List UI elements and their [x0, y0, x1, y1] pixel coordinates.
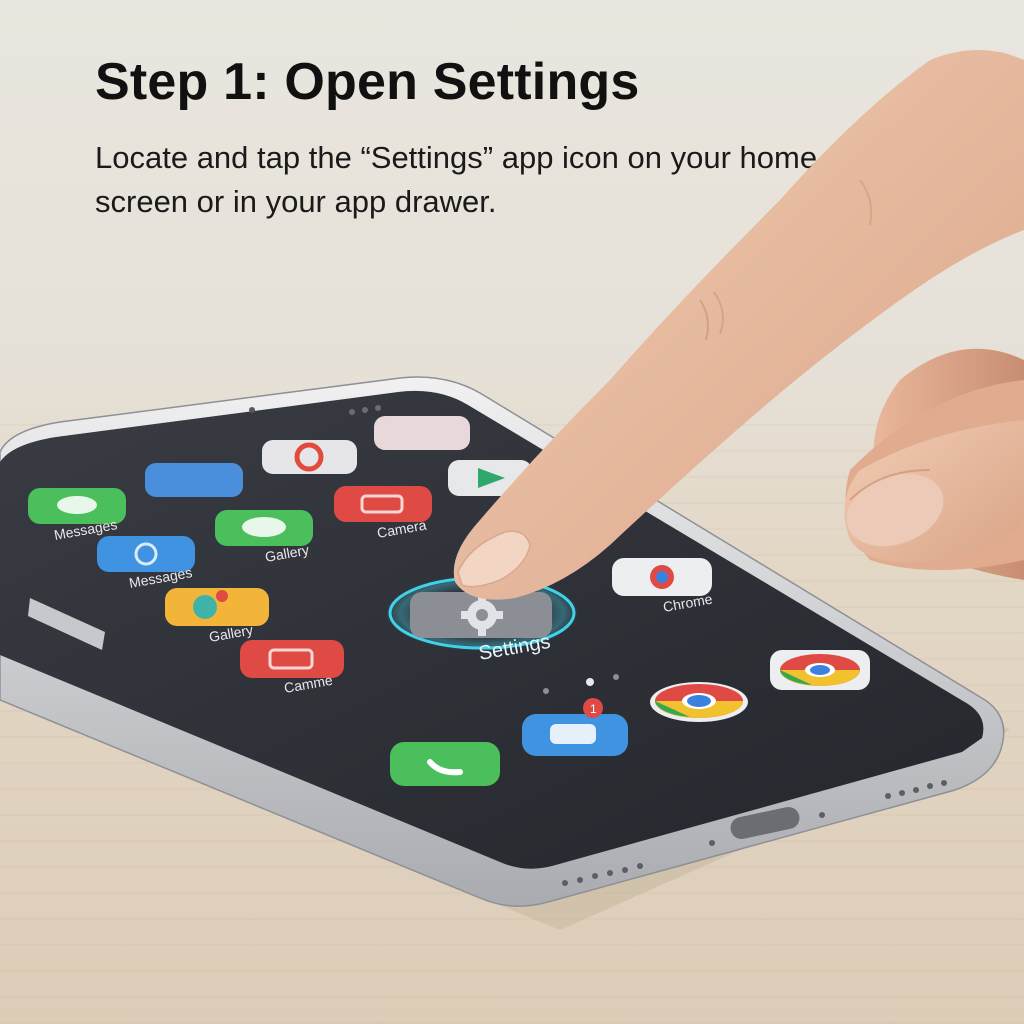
dock-phone[interactable] — [390, 742, 500, 786]
app-icon-top-1[interactable] — [145, 463, 243, 497]
phone-icon — [390, 742, 500, 786]
camera-icon — [334, 486, 432, 522]
svg-text:1: 1 — [590, 702, 597, 716]
pointing-hand — [453, 50, 1024, 600]
phone-illustration: Messages Messages Gallery Camera Gallery — [0, 50, 1024, 930]
app-icon-top-3[interactable] — [374, 416, 470, 450]
dock-chrome-1[interactable] — [650, 682, 748, 722]
dock-chrome-2[interactable] — [770, 650, 870, 690]
